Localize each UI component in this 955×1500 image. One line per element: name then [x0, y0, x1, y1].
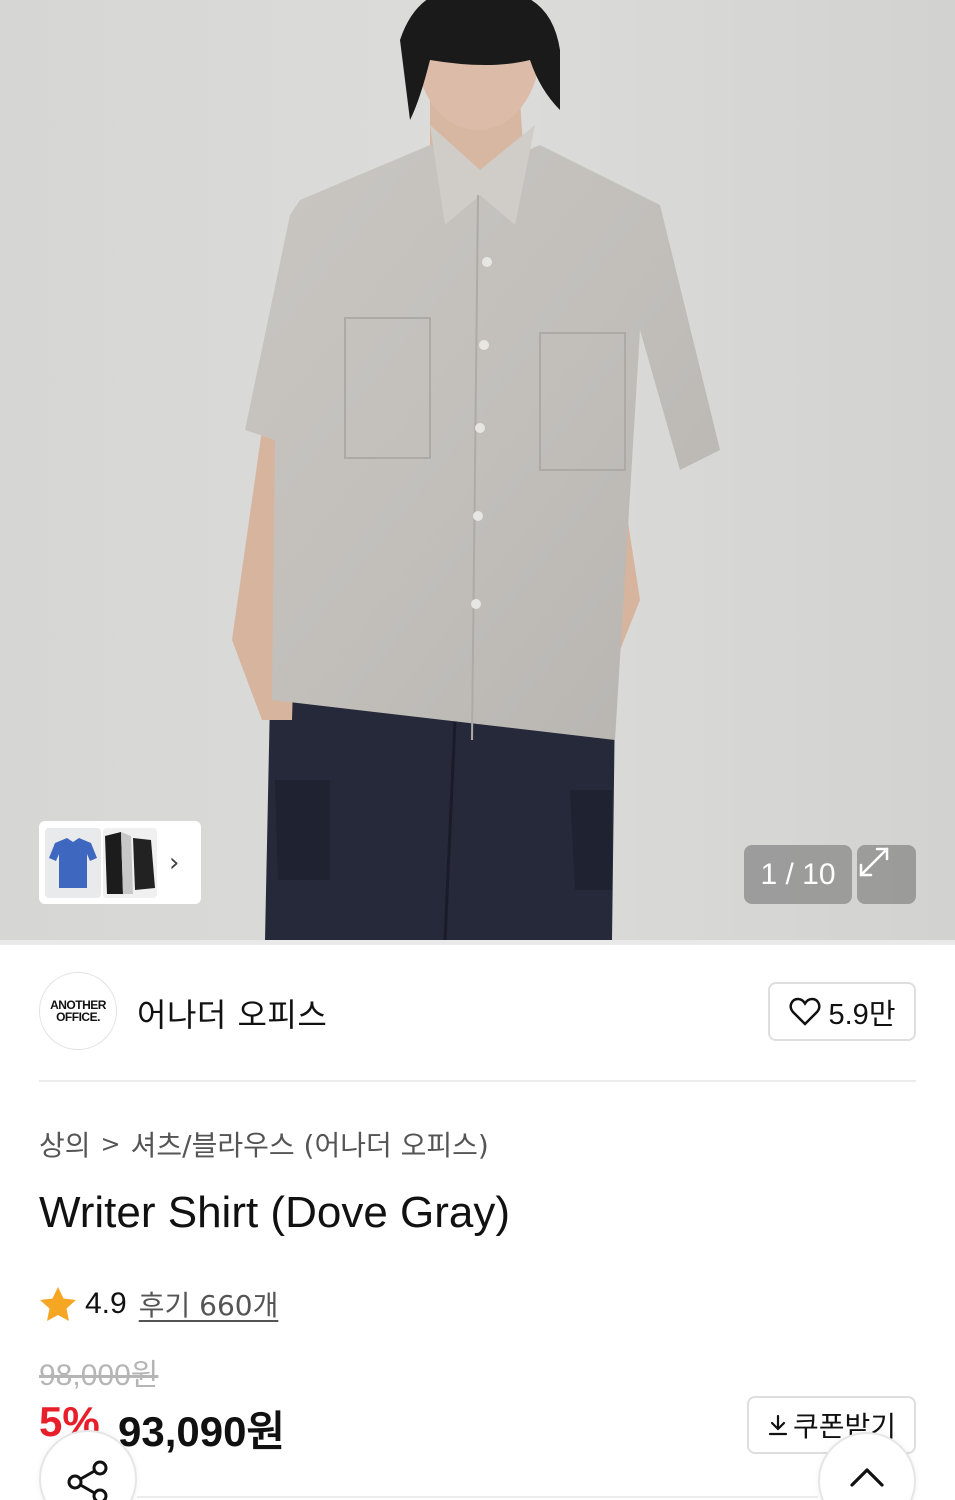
- thumbnail-blue-shirt[interactable]: [45, 827, 101, 898]
- chevron-up-icon: [850, 1468, 884, 1487]
- breadcrumb-separator: >: [100, 1130, 121, 1158]
- product-photo: [0, 0, 955, 940]
- thumbnail-black-shirt[interactable]: [103, 827, 157, 898]
- thumbnail-strip[interactable]: ›: [39, 821, 201, 904]
- download-icon: [768, 1414, 788, 1436]
- brand-logo-text-2: OFFICE.: [56, 1010, 100, 1024]
- rating-row: 4.9 후기 660개: [39, 1284, 278, 1324]
- rating-value: 4.9: [85, 1287, 127, 1320]
- original-price: 98,000원: [39, 1359, 159, 1392]
- brand-name[interactable]: 어나더 오피스: [137, 990, 327, 1036]
- breadcrumb-item-shirts[interactable]: 셔츠/블라우스 (어나더 오피스): [131, 1124, 489, 1164]
- breadcrumb-item-top[interactable]: 상의: [39, 1124, 91, 1164]
- divider: [39, 1080, 916, 1082]
- divider: [0, 940, 955, 945]
- divider: [137, 1496, 818, 1498]
- brand-logo[interactable]: ANOTHER OFFICE.: [39, 972, 117, 1050]
- sale-price: 93,090원: [118, 1408, 286, 1455]
- share-icon: [67, 1460, 108, 1500]
- like-button[interactable]: 5.9만: [768, 982, 916, 1041]
- chevron-right-icon[interactable]: ›: [169, 850, 179, 876]
- product-title: Writer Shirt (Dove Gray): [39, 1188, 511, 1237]
- image-counter: 1 / 10: [744, 845, 852, 904]
- like-count: 5.9만: [828, 998, 896, 1031]
- expand-icon[interactable]: [857, 845, 916, 904]
- star-icon: [40, 1287, 76, 1321]
- breadcrumb: 상의 > 셔츠/블라우스 (어나더 오피스): [39, 1124, 489, 1164]
- heart-icon: [789, 997, 820, 1026]
- reviews-link[interactable]: 후기 660개: [139, 1284, 279, 1324]
- product-image[interactable]: › 1 / 10: [0, 0, 955, 940]
